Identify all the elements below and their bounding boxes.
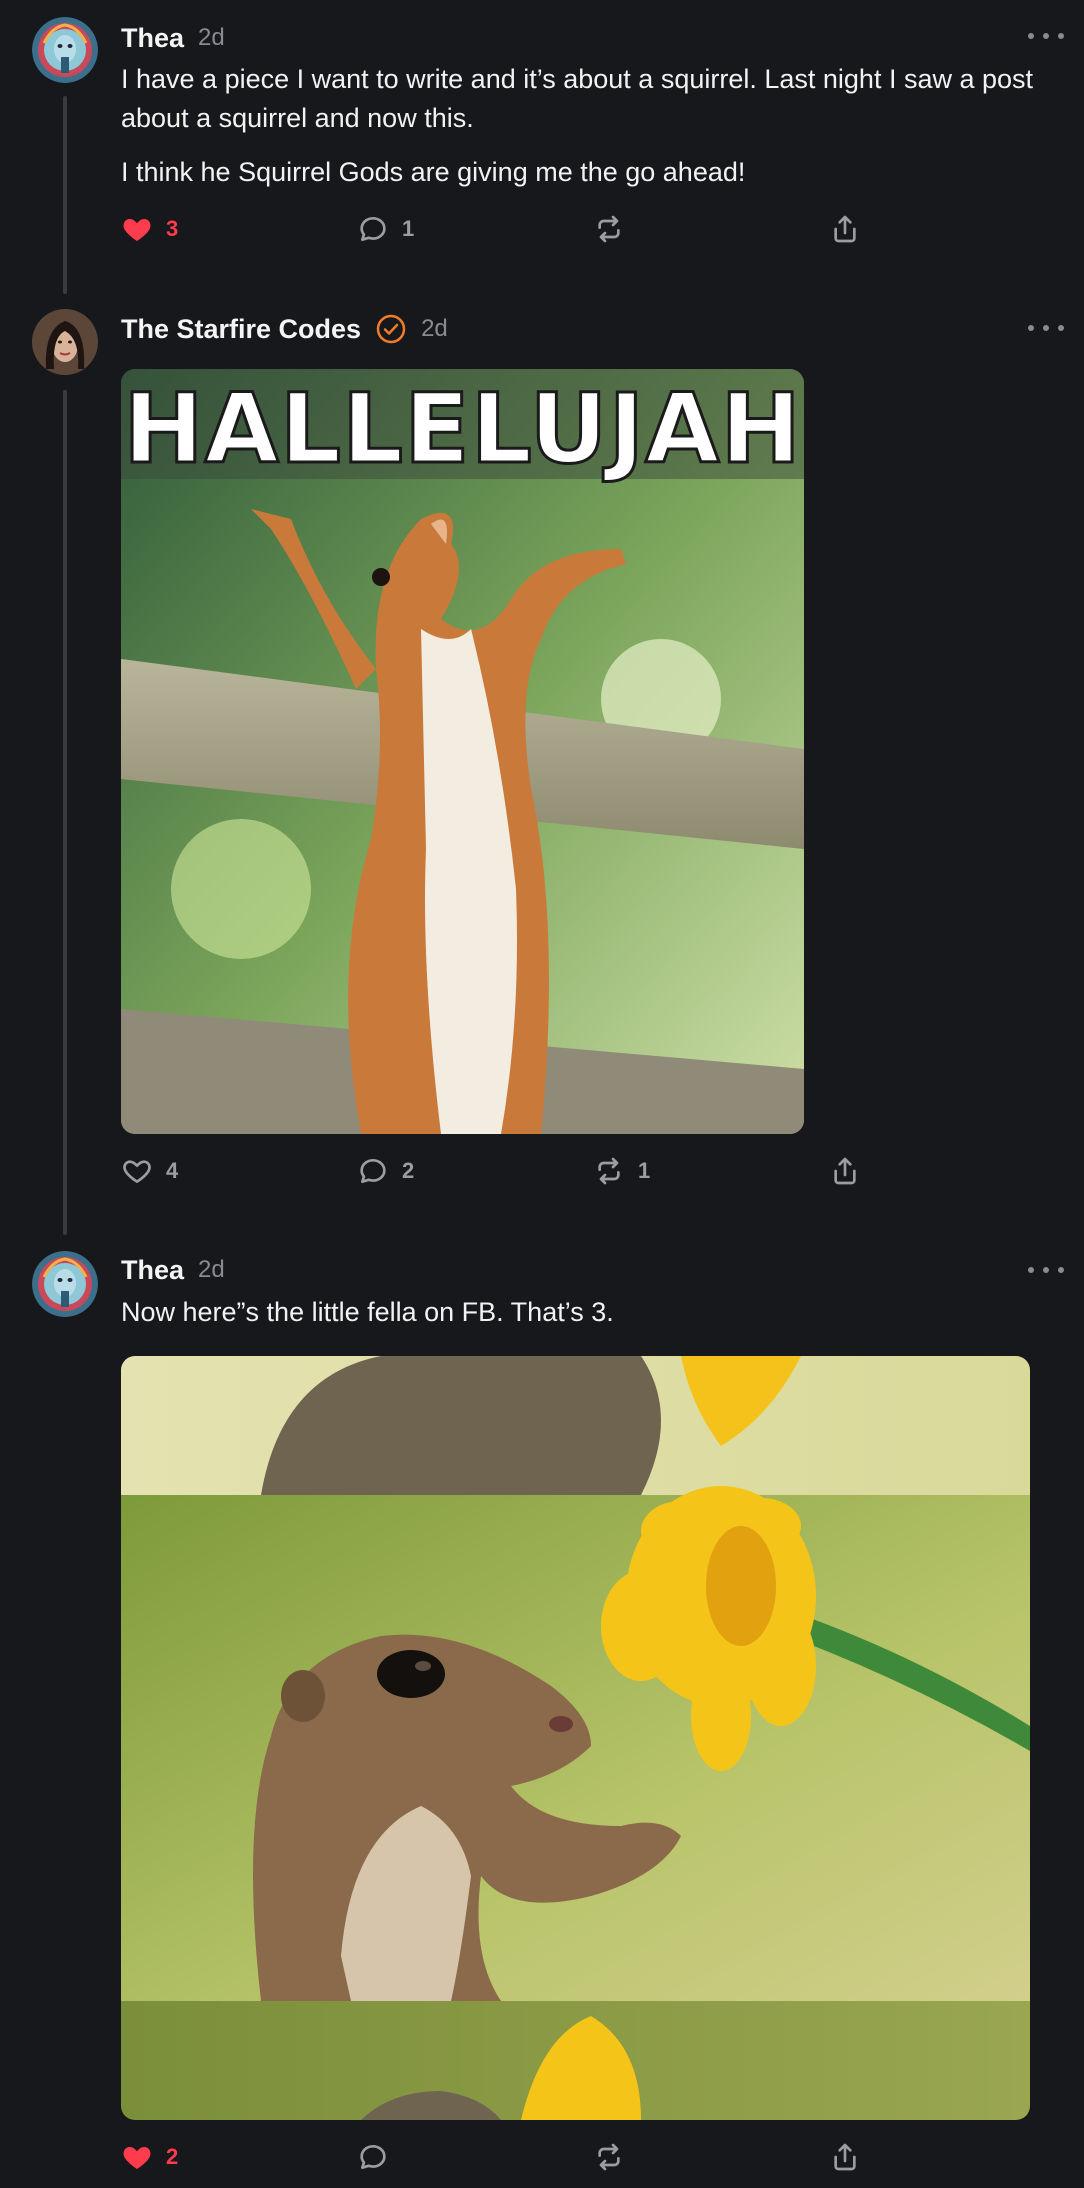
author-name[interactable]: Thea [121, 1255, 184, 1286]
repost-button[interactable] [593, 209, 638, 249]
heart-icon [123, 219, 151, 241]
reply-button[interactable] [357, 2137, 402, 2177]
thread-line [63, 96, 67, 294]
like-button[interactable]: 4 [121, 1151, 178, 1191]
share-icon [834, 2143, 856, 2171]
post-text: I have a piece I want to write and it’s … [121, 60, 1044, 192]
image-caption: HALLELUJAH [122, 373, 803, 485]
post-3: Thea 2d Now here”s the little fella on F… [0, 1240, 1084, 2188]
timestamp: 2d [421, 315, 448, 342]
post-image[interactable]: HALLELUJAH [121, 369, 804, 1134]
reply-count: 2 [402, 1158, 415, 1183]
share-button[interactable] [829, 1151, 861, 1191]
action-bar: 3 1 [121, 209, 861, 249]
like-count: 4 [166, 1158, 179, 1183]
like-count: 3 [166, 216, 179, 241]
more-icon[interactable] [1028, 24, 1064, 48]
reply-button[interactable]: 1 [357, 209, 414, 249]
author-name[interactable]: Thea [121, 23, 184, 54]
post-paragraph: I think he Squirrel Gods are giving me t… [121, 157, 746, 187]
verified-icon [376, 314, 406, 344]
repost-icon [598, 215, 620, 243]
share-icon [834, 215, 856, 243]
post-header: Thea 2d [121, 20, 225, 56]
post-text: Now here”s the little fella on FB. That’… [121, 1297, 614, 1327]
more-icon[interactable] [1028, 316, 1064, 340]
reply-button[interactable]: 2 [357, 1151, 414, 1191]
repost-button[interactable] [593, 2137, 638, 2177]
avatar[interactable] [32, 309, 98, 375]
like-button[interactable]: 2 [121, 2137, 178, 2177]
post-image[interactable] [121, 1356, 1030, 2120]
reply-count: 1 [402, 216, 415, 241]
post-paragraph: I have a piece I want to write and it’s … [121, 64, 1034, 133]
share-button[interactable] [829, 209, 861, 249]
repost-icon [598, 2143, 620, 2171]
like-count: 2 [166, 2144, 179, 2169]
comment-icon [360, 217, 386, 241]
action-bar: 2 [121, 2137, 861, 2177]
comment-icon [360, 2145, 386, 2169]
post-1: Thea 2d I have a piece I want to write a… [0, 0, 1084, 300]
heart-icon [123, 2147, 151, 2169]
timestamp: 2d [198, 1256, 225, 1283]
heart-icon [123, 1160, 151, 1183]
thread-line [63, 390, 67, 1235]
share-button[interactable] [829, 2137, 861, 2177]
author-name[interactable]: The Starfire Codes [121, 314, 361, 345]
more-icon[interactable] [1028, 1258, 1064, 1282]
repost-icon [598, 1157, 620, 1185]
action-bar: 4 2 1 [121, 1151, 861, 1191]
like-button[interactable]: 3 [121, 209, 178, 249]
repost-count: 1 [638, 1158, 651, 1183]
repost-button[interactable]: 1 [593, 1151, 650, 1191]
comment-icon [360, 1159, 386, 1183]
share-icon [834, 1157, 856, 1185]
avatar[interactable] [32, 17, 98, 83]
avatar[interactable] [32, 1251, 98, 1317]
post-header: The Starfire Codes 2d [121, 311, 448, 347]
post-2: The Starfire Codes 2d HALLELUJAH 4 2 1 [0, 300, 1084, 1240]
post-header: Thea 2d [121, 1252, 225, 1288]
timestamp: 2d [198, 24, 225, 51]
